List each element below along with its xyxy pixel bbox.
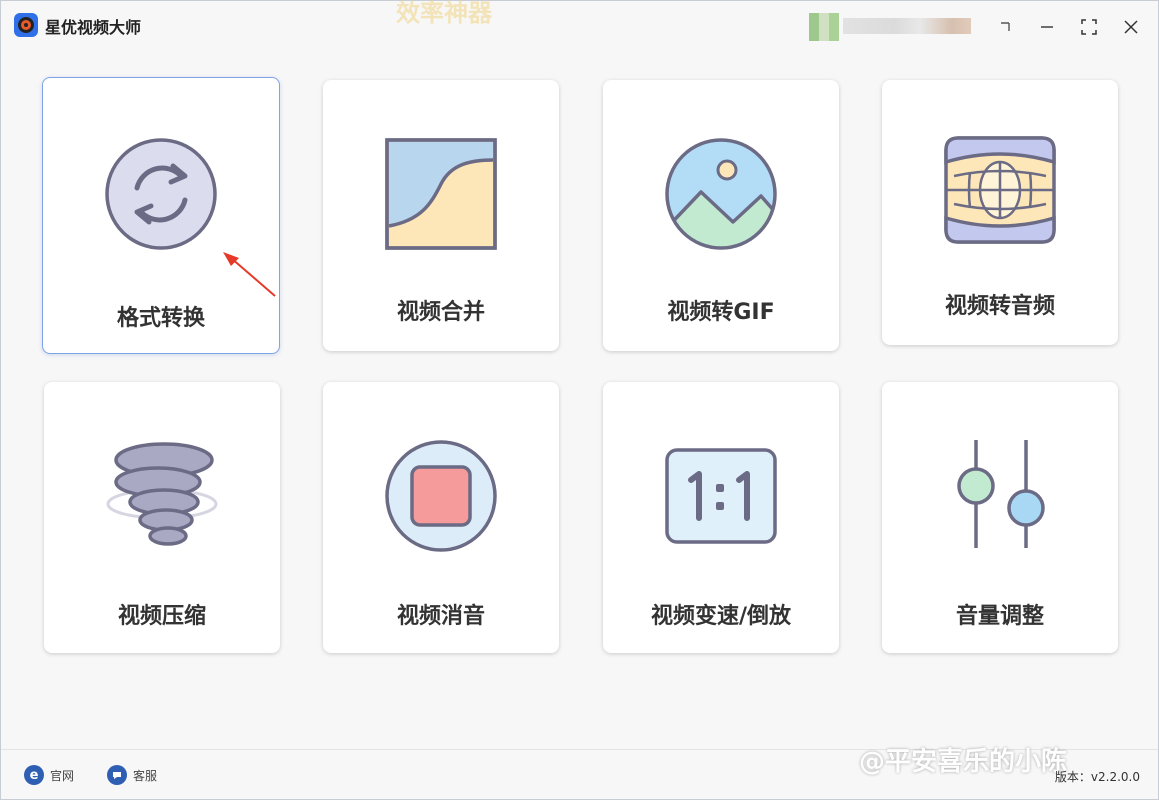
maximize-button[interactable] bbox=[1075, 13, 1103, 41]
app-logo-icon bbox=[14, 13, 38, 37]
tornado-icon bbox=[102, 438, 222, 558]
red-arrow-annotation bbox=[223, 252, 276, 297]
user-name-blurred[interactable] bbox=[843, 18, 971, 34]
tool-label: 视频压缩 bbox=[117, 604, 206, 629]
minimize-button[interactable] bbox=[1033, 13, 1061, 41]
tool-card-audio[interactable]: 视频转音频 bbox=[882, 80, 1118, 345]
merge-icon bbox=[381, 134, 501, 254]
ratio-icon bbox=[661, 436, 781, 556]
gif-icon bbox=[661, 134, 781, 254]
top-ghost-text: 效率神器 bbox=[396, 0, 492, 27]
tool-label: 格式转换 bbox=[116, 306, 205, 331]
tool-label: 视频转音频 bbox=[944, 294, 1055, 319]
version-label: 版本：v2.2.0.0 bbox=[1054, 770, 1140, 784]
tool-label: 视频消音 bbox=[396, 604, 485, 629]
menu-icon[interactable] bbox=[991, 13, 1019, 41]
audio-film-icon bbox=[940, 132, 1060, 252]
service-link[interactable]: 客服 bbox=[107, 765, 157, 785]
tool-card-volume[interactable]: 音量调整 bbox=[882, 382, 1118, 653]
tool-card-compress[interactable]: 视频压缩 bbox=[44, 382, 280, 653]
chat-icon bbox=[107, 765, 127, 785]
convert-icon bbox=[101, 136, 221, 256]
tool-label: 视频转GIF bbox=[667, 300, 775, 325]
tool-card-mute[interactable]: 视频消音 bbox=[323, 382, 559, 653]
tool-card-speed[interactable]: 视频变速/倒放 bbox=[603, 382, 839, 653]
app-window: 星优视频大师 效率神器 格式转换 视频合并 视频转GIF 视频转音频 视频压缩 … bbox=[0, 0, 1159, 800]
slider-icon bbox=[940, 436, 1060, 556]
tool-card-gif[interactable]: 视频转GIF bbox=[603, 80, 839, 351]
website-link[interactable]: e 官网 bbox=[24, 765, 74, 785]
watermark-text: @平安喜乐的小陈 bbox=[859, 747, 1068, 777]
title-bar: 星优视频大师 效率神器 bbox=[1, 0, 1158, 51]
stop-icon bbox=[381, 436, 501, 556]
tool-label: 音量调整 bbox=[955, 604, 1044, 629]
website-label: 官网 bbox=[50, 768, 75, 783]
user-avatar[interactable] bbox=[809, 13, 839, 41]
tool-label: 视频变速/倒放 bbox=[650, 604, 792, 629]
close-button[interactable] bbox=[1117, 13, 1145, 41]
service-label: 客服 bbox=[133, 768, 158, 783]
app-title: 星优视频大师 bbox=[45, 18, 142, 37]
tool-card-format-convert[interactable]: 格式转换 bbox=[42, 77, 280, 354]
tool-card-merge[interactable]: 视频合并 bbox=[323, 80, 559, 351]
tool-label: 视频合并 bbox=[396, 300, 485, 325]
browser-icon: e bbox=[24, 765, 44, 785]
